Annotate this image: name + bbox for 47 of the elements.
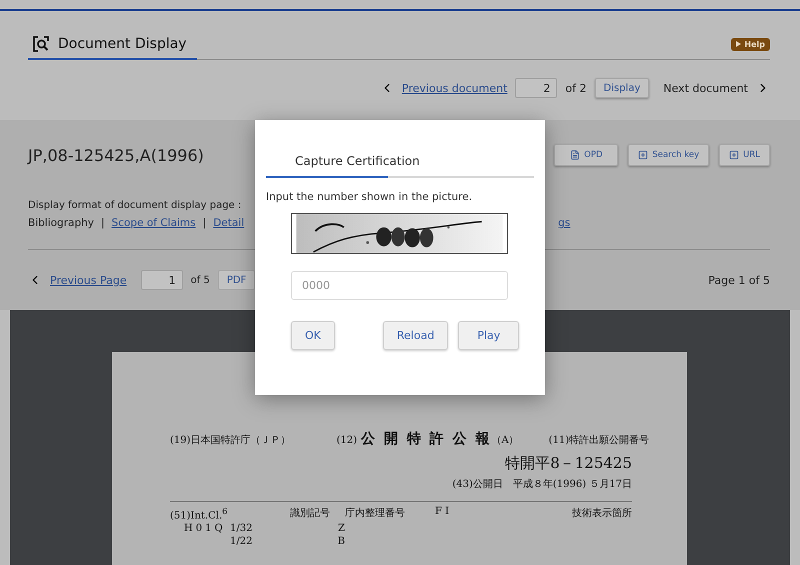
document-number-field[interactable]: 2 bbox=[515, 78, 558, 98]
display-format-label: Display format of document display page : bbox=[28, 200, 242, 211]
dialog-button[interactable]: Play bbox=[458, 321, 520, 350]
help-button[interactable]: Help bbox=[731, 38, 770, 50]
table-cell: Z bbox=[338, 523, 345, 534]
publication-number: 特開平8－125425 bbox=[505, 454, 632, 473]
view-link[interactable]: gs bbox=[558, 217, 570, 229]
column-header: F I bbox=[435, 506, 450, 519]
previous-document-link[interactable]: Previous document bbox=[402, 82, 508, 94]
section-tab[interactable]: Document Display bbox=[28, 29, 197, 60]
office-label: (19)日本国特許庁（ＪＰ） bbox=[170, 434, 291, 447]
column-header: 技術表示箇所 bbox=[572, 506, 632, 521]
table-cell-text: 1/32 bbox=[230, 523, 254, 534]
publication-date: (43)公開日 平成８年(1996) ５月17日 bbox=[452, 478, 632, 491]
pdf-button[interactable]: PDF bbox=[218, 270, 256, 290]
page-title: Document Display bbox=[58, 36, 187, 52]
table-cell-text: H01Q bbox=[183, 523, 227, 534]
column-header: (51)Int.Cl.$^{6}$ bbox=[170, 506, 228, 522]
publication-label: (11)特許出願公開番号 bbox=[548, 434, 650, 447]
document-count: of 2 bbox=[565, 82, 586, 94]
column-header: 庁内整理番号 bbox=[345, 506, 406, 521]
view-label: Bibliography bbox=[28, 217, 94, 229]
kind-number: (12) bbox=[336, 435, 358, 446]
kind-title: 公 開 特 許 公 報 bbox=[361, 430, 492, 448]
table-cell-text: 1/22 bbox=[230, 536, 254, 548]
previous-page-link[interactable]: Previous Page bbox=[50, 274, 127, 286]
separator: | bbox=[101, 217, 105, 229]
code-input-field[interactable]: 0000 bbox=[291, 271, 508, 300]
separator: | bbox=[202, 217, 206, 229]
page-status: Page 1 of 5 bbox=[708, 274, 770, 286]
prompt-text: Input the number shown in the picture. bbox=[266, 191, 474, 203]
view-link[interactable]: Scope of Claims bbox=[112, 217, 196, 229]
action-button[interactable]: Search key bbox=[628, 144, 710, 166]
column-header: 識別記号 bbox=[290, 506, 331, 521]
view-link[interactable]: Detail bbox=[213, 217, 244, 229]
next-document-link[interactable]: Next document bbox=[663, 82, 748, 94]
page-number-field[interactable]: 1 bbox=[140, 270, 183, 290]
dialog-tab[interactable]: Capture Certification bbox=[295, 153, 420, 169]
document-id: JP,08-125425,A(1996) bbox=[28, 146, 204, 164]
page-count: of 5 bbox=[190, 274, 210, 286]
table-cell: B bbox=[338, 536, 345, 548]
dialog-button[interactable]: OK bbox=[291, 321, 335, 350]
action-button[interactable]: OPD bbox=[554, 144, 618, 166]
kind-suffix: （A） bbox=[491, 434, 519, 447]
action-button[interactable]: URL bbox=[719, 144, 770, 166]
dialog-button[interactable]: Reload bbox=[382, 321, 448, 350]
display-button[interactable]: Display bbox=[594, 78, 650, 98]
